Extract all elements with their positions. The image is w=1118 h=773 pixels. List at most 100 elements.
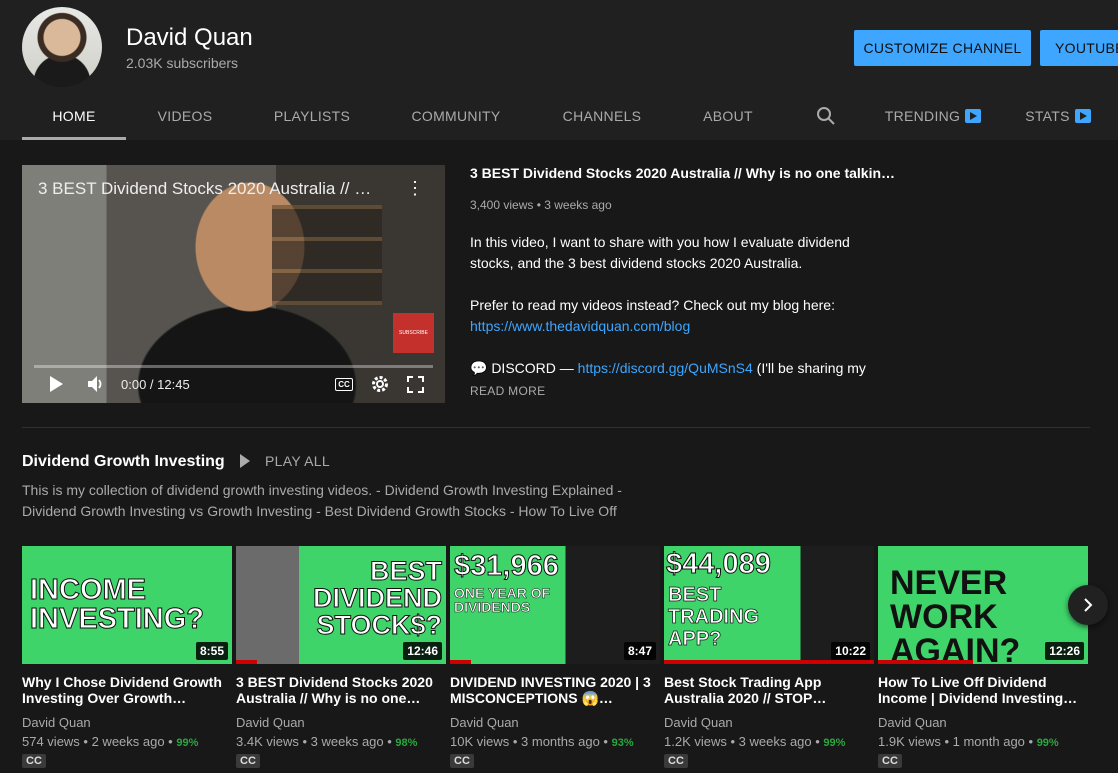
video-duration: 8:55 [195,642,228,660]
discord-link[interactable]: https://discord.gg/QuMSnS4 [578,360,753,376]
read-more-link[interactable]: READ MORE [470,384,545,398]
video-thumbnail[interactable]: INCOME INVESTING? 8:55 [22,546,232,664]
like-ratio: 99% [1036,737,1059,749]
subscribe-watermark[interactable]: SUBSCRIBE [393,313,434,353]
play-all-label: PLAY ALL [265,453,330,469]
thumbnail-text: ONE YEAR OF DIVIDENDS [454,585,551,615]
video-channel[interactable]: David Quan [22,715,91,730]
discord-prefix: 💬 DISCORD — [470,360,578,376]
video-title[interactable]: 3 BEST Dividend Stocks 2020 Australia //… [236,674,442,706]
shelf-description: This is my collection of dividend growth… [22,482,622,519]
like-ratio: 93% [611,737,634,749]
customize-channel-button[interactable]: CUSTOMIZE CHANNEL [854,30,1031,66]
video-meta: 1.9K views • 1 month ago • 99% [878,734,1059,749]
background-bookshelf [272,205,382,305]
shelf-next-button[interactable] [1068,585,1108,625]
discord-suffix: (I'll be sharing my [752,360,866,376]
thumbnail-text: BEST DIVIDEND STOCK$? [312,556,442,640]
thumbnail-text: $44,089 [666,548,772,580]
external-link-icon [965,109,982,123]
cc-badge: CC [236,754,260,768]
video-duration: 12:26 [1045,642,1084,660]
tab-stats[interactable]: STATS [998,92,1118,140]
video-meta: 10K views • 3 months ago • 93% [450,734,634,749]
featured-video-player[interactable]: 3 BEST Dividend Stocks 2020 Australia //… [22,165,445,403]
channel-name: David Quan [126,24,253,51]
video-meta: 3.4K views • 3 weeks ago • 98% [236,734,417,749]
player-title[interactable]: 3 BEST Dividend Stocks 2020 Australia //… [38,179,371,199]
video-title[interactable]: Why I Chose Dividend Growth Investing Ov… [22,674,228,706]
video-views: 574 views • 2 weeks ago • [22,734,177,749]
video-thumbnail[interactable]: BEST DIVIDEND STOCK$? 12:46 [236,546,446,664]
section-divider [22,427,1090,428]
cc-badge: CC [878,754,902,768]
featured-video-meta: 3,400 views • 3 weeks ago [470,198,612,212]
video-channel[interactable]: David Quan [236,715,305,730]
description-paragraph: Prefer to read my videos instead? Check … [470,295,870,337]
video-views: 10K views • 3 months ago • [450,734,612,749]
watch-progress-bar [878,660,973,664]
tab-playlists[interactable]: PLAYLISTS [244,92,380,140]
video-views: 1.2K views • 3 weeks ago • [664,734,824,749]
video-title[interactable]: Best Stock Trading App Australia 2020 //… [664,674,870,706]
progress-bar[interactable] [34,365,433,368]
video-title[interactable]: How To Live Off Dividend Income | Divide… [878,674,1084,706]
external-link-icon [1074,109,1091,123]
video-title[interactable]: DIVIDEND INVESTING 2020 | 3 MISCONCEPTIO… [450,674,656,706]
watch-progress-bar [664,660,874,664]
tab-community[interactable]: COMMUNITY [380,92,532,140]
video-thumbnail[interactable]: $44,089 BEST TRADING APP? 10:22 [664,546,874,664]
video-duration: 12:46 [403,642,442,660]
play-icon [240,454,250,468]
thumbnail-text: BEST TRADING APP? [668,584,760,651]
video-duration: 8:47 [623,642,656,660]
play-all-button[interactable]: PLAY ALL [240,453,330,469]
more-vert-icon[interactable]: ⋮ [406,179,424,197]
blog-link[interactable]: https://www.thedavidquan.com/blog [470,318,690,334]
tab-home[interactable]: HOME [22,92,126,140]
video-meta: 1.2K views • 3 weeks ago • 99% [664,734,845,749]
volume-icon[interactable] [88,375,104,393]
cc-badge: CC [664,754,688,768]
channel-header: David Quan 2.03K subscribers CUSTOMIZE C… [0,0,1118,140]
channel-tabs: HOME VIDEOS PLAYLISTS COMMUNITY CHANNELS… [22,92,1118,140]
video-duration: 10:22 [831,642,870,660]
chevron-right-icon [1084,598,1093,612]
like-ratio: 99% [823,737,846,749]
shelf-title[interactable]: Dividend Growth Investing [22,453,225,471]
like-ratio: 98% [395,737,418,749]
like-ratio: 99% [176,737,199,749]
tab-stats-label: STATS [1025,108,1070,124]
captions-button[interactable]: CC [335,378,353,391]
blog-prompt: Prefer to read my videos instead? Check … [470,297,835,313]
youtube-studio-button[interactable]: YOUTUBE [1040,30,1118,66]
tab-about[interactable]: ABOUT [672,92,784,140]
settings-gear-icon[interactable] [371,375,389,393]
featured-video-title[interactable]: 3 BEST Dividend Stocks 2020 Australia //… [470,165,895,181]
tab-trending-label: TRENDING [884,108,961,124]
watch-progress-bar [450,660,471,664]
fullscreen-icon[interactable] [407,376,424,393]
play-icon[interactable] [50,376,63,392]
search-icon[interactable] [784,92,868,140]
tab-channels[interactable]: CHANNELS [532,92,672,140]
featured-video-description: In this video, I want to share with you … [470,232,870,379]
video-views: 1.9K views • 1 month ago • [878,734,1037,749]
cc-badge: CC [450,754,474,768]
thumbnail-text: INCOME INVESTING? [30,574,205,635]
discord-line: 💬 DISCORD — https://discord.gg/QuMSnS4 (… [470,358,870,379]
tab-trending[interactable]: TRENDING [868,92,998,140]
video-meta: 574 views • 2 weeks ago • 99% [22,734,198,749]
time-display: 0:00 / 12:45 [121,377,190,392]
video-channel[interactable]: David Quan [450,715,519,730]
watch-progress-bar [236,660,257,664]
description-paragraph: In this video, I want to share with you … [470,234,850,271]
tab-videos[interactable]: VIDEOS [126,92,244,140]
channel-avatar[interactable] [22,7,102,87]
video-channel[interactable]: David Quan [664,715,733,730]
video-thumbnail[interactable]: NEVER WORK AGAIN? 12:26 [878,546,1088,664]
video-channel[interactable]: David Quan [878,715,947,730]
thumbnail-text: $31,966 [454,550,560,582]
video-thumbnail[interactable]: $31,966 ONE YEAR OF DIVIDENDS 8:47 [450,546,660,664]
cc-badge: CC [22,754,46,768]
